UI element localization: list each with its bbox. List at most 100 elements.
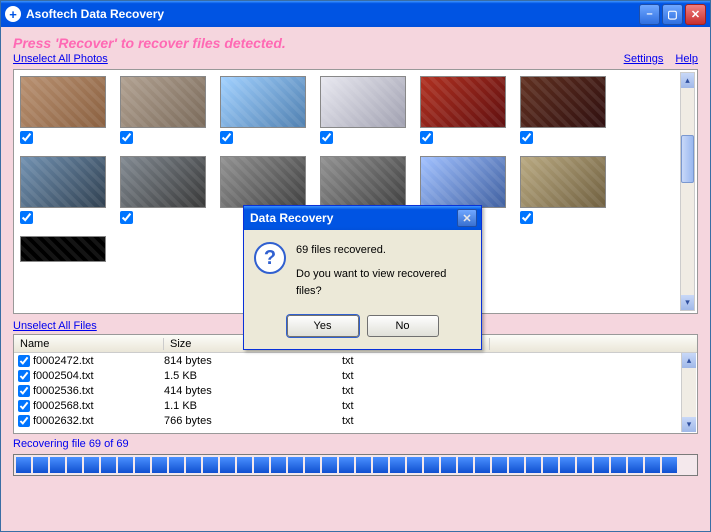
scroll-up-icon[interactable]: ▴ bbox=[682, 353, 696, 368]
help-link[interactable]: Help bbox=[675, 53, 698, 65]
photo-checkbox[interactable] bbox=[520, 211, 533, 224]
file-checkbox[interactable] bbox=[18, 355, 30, 367]
dialog-message-line2: Do you want to view recovered files? bbox=[296, 266, 471, 301]
scroll-down-icon[interactable]: ▾ bbox=[682, 417, 696, 432]
file-ext: txt bbox=[342, 415, 490, 427]
maximize-button[interactable]: ▢ bbox=[662, 4, 683, 25]
yes-button[interactable]: Yes bbox=[287, 315, 359, 337]
scroll-down-icon[interactable]: ▾ bbox=[681, 295, 694, 310]
photo-thumbnail[interactable] bbox=[20, 236, 106, 262]
column-header-name[interactable]: Name bbox=[14, 338, 164, 350]
photo-checkbox[interactable] bbox=[120, 131, 133, 144]
photo-thumbnail[interactable] bbox=[420, 76, 506, 128]
photo-thumbnail[interactable] bbox=[320, 156, 406, 208]
titlebar: + Asoftech Data Recovery – ▢ ✕ bbox=[1, 1, 710, 27]
photo-thumbnail[interactable] bbox=[120, 156, 206, 208]
progress-segment bbox=[390, 457, 405, 473]
progress-segment bbox=[492, 457, 507, 473]
progress-segment bbox=[611, 457, 626, 473]
photo-checkbox[interactable] bbox=[320, 131, 333, 144]
progress-segment bbox=[271, 457, 286, 473]
status-text: Recovering file 69 of 69 bbox=[13, 438, 698, 450]
photo-thumbnail[interactable] bbox=[420, 156, 506, 208]
photo-thumbnail[interactable] bbox=[20, 156, 106, 208]
progress-segment bbox=[305, 457, 320, 473]
progress-segment bbox=[186, 457, 201, 473]
progress-segment bbox=[118, 457, 133, 473]
progress-segment bbox=[628, 457, 643, 473]
progress-segment bbox=[254, 457, 269, 473]
photo-checkbox[interactable] bbox=[220, 131, 233, 144]
progress-segment bbox=[594, 457, 609, 473]
table-row[interactable]: f0002536.txt414 bytestxt bbox=[14, 383, 697, 398]
table-row[interactable]: f0002568.txt 1.1 KBtxt bbox=[14, 398, 697, 413]
progress-segment bbox=[135, 457, 150, 473]
file-size: 1.5 KB bbox=[164, 370, 342, 382]
question-icon: ? bbox=[254, 242, 286, 274]
progress-segment bbox=[458, 457, 473, 473]
progress-segment bbox=[577, 457, 592, 473]
file-ext: txt bbox=[342, 385, 490, 397]
progress-bar bbox=[13, 454, 698, 476]
progress-segment bbox=[339, 457, 354, 473]
no-button[interactable]: No bbox=[367, 315, 439, 337]
progress-segment bbox=[560, 457, 575, 473]
file-checkbox[interactable] bbox=[18, 385, 30, 397]
progress-segment bbox=[203, 457, 218, 473]
file-name: f0002504.txt bbox=[33, 370, 94, 382]
table-row[interactable]: f0002504.txt 1.5 KBtxt bbox=[14, 368, 697, 383]
file-name: f0002472.txt bbox=[33, 355, 94, 367]
scroll-up-icon[interactable]: ▴ bbox=[681, 73, 694, 88]
file-checkbox[interactable] bbox=[18, 400, 30, 412]
progress-segment bbox=[373, 457, 388, 473]
progress-segment bbox=[152, 457, 167, 473]
unselect-all-files-link[interactable]: Unselect All Files bbox=[13, 320, 97, 332]
close-button[interactable]: ✕ bbox=[685, 4, 706, 25]
progress-segment bbox=[441, 457, 456, 473]
file-ext: txt bbox=[342, 355, 490, 367]
photos-scrollbar[interactable]: ▴ ▾ bbox=[680, 72, 695, 311]
file-ext: txt bbox=[342, 400, 490, 412]
photo-checkbox[interactable] bbox=[120, 211, 133, 224]
progress-segment bbox=[662, 457, 677, 473]
progress-segment bbox=[101, 457, 116, 473]
scroll-thumb[interactable] bbox=[681, 135, 694, 183]
dialog-message-line1: 69 files recovered. bbox=[296, 242, 471, 260]
photo-thumbnail[interactable] bbox=[320, 76, 406, 128]
photo-thumbnail[interactable] bbox=[20, 76, 106, 128]
progress-segment bbox=[33, 457, 48, 473]
photo-thumbnail[interactable] bbox=[220, 156, 306, 208]
file-ext: txt bbox=[342, 370, 490, 382]
file-name: f0002536.txt bbox=[33, 385, 94, 397]
photo-thumbnail[interactable] bbox=[120, 76, 206, 128]
file-checkbox[interactable] bbox=[18, 415, 30, 427]
photo-thumbnail[interactable] bbox=[520, 76, 606, 128]
file-name: f0002568.txt bbox=[33, 400, 94, 412]
photo-checkbox[interactable] bbox=[20, 211, 33, 224]
table-row[interactable]: f0002632.txt766 bytestxt bbox=[14, 413, 697, 428]
progress-segment bbox=[67, 457, 82, 473]
minimize-button[interactable]: – bbox=[639, 4, 660, 25]
settings-link[interactable]: Settings bbox=[624, 53, 664, 65]
dialog-close-button[interactable]: ✕ bbox=[457, 209, 477, 227]
files-scrollbar[interactable]: ▴ ▾ bbox=[681, 353, 696, 432]
photo-checkbox[interactable] bbox=[20, 131, 33, 144]
file-size: 1.1 KB bbox=[164, 400, 342, 412]
app-icon: + bbox=[5, 6, 21, 22]
table-row[interactable]: f0002472.txt 814 bytestxt bbox=[14, 353, 697, 368]
photo-checkbox[interactable] bbox=[420, 131, 433, 144]
progress-segment bbox=[50, 457, 65, 473]
progress-segment bbox=[475, 457, 490, 473]
dialog-title: Data Recovery bbox=[248, 211, 457, 225]
unselect-all-photos-link[interactable]: Unselect All Photos bbox=[13, 53, 108, 65]
dialog-titlebar: Data Recovery ✕ bbox=[244, 206, 481, 230]
file-checkbox[interactable] bbox=[18, 370, 30, 382]
progress-segment bbox=[237, 457, 252, 473]
progress-segment bbox=[322, 457, 337, 473]
photo-checkbox[interactable] bbox=[520, 131, 533, 144]
photo-thumbnail[interactable] bbox=[220, 76, 306, 128]
photo-thumbnail[interactable] bbox=[520, 156, 606, 208]
progress-segment bbox=[220, 457, 235, 473]
progress-segment bbox=[288, 457, 303, 473]
file-size: 814 bytes bbox=[164, 355, 342, 367]
